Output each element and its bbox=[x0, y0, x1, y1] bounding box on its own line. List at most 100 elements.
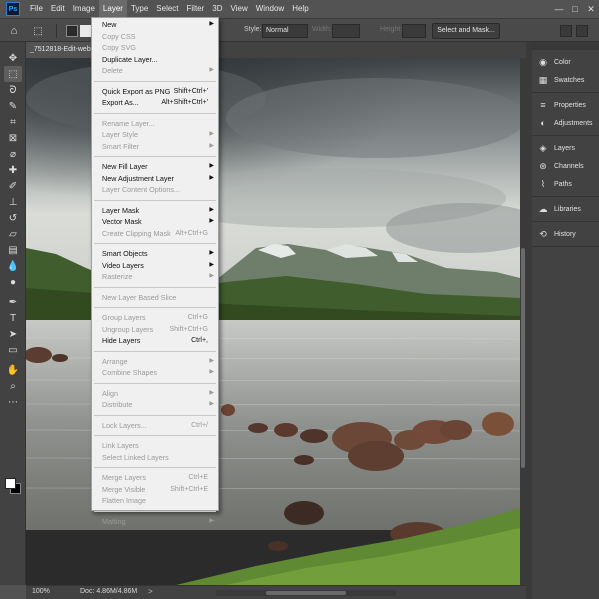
menu-item-label: Layer Content Options... bbox=[102, 185, 180, 194]
menu-item-duplicate-layer[interactable]: Duplicate Layer... bbox=[92, 54, 218, 66]
menu-item-label: Video Layers bbox=[102, 260, 144, 270]
eyedropper-icon[interactable]: ⌀ bbox=[4, 146, 22, 162]
menu-item-delete: Delete ▶ bbox=[92, 65, 218, 77]
menu-item-shortcut: Shift+Ctrl+G bbox=[169, 325, 208, 333]
zoom-icon[interactable]: ⌕ bbox=[4, 378, 22, 394]
panel-tab-paths[interactable]: ⌇ Paths bbox=[532, 175, 599, 193]
menu-item-new-adjustment-layer[interactable]: New Adjustment Layer ▶ bbox=[92, 173, 218, 185]
menu-item-vector-mask[interactable]: Vector Mask ▶ bbox=[92, 216, 218, 228]
menu-file[interactable]: File bbox=[26, 0, 47, 18]
color-wheel-icon: ◉ bbox=[539, 56, 547, 67]
maximize-icon[interactable]: □ bbox=[567, 0, 583, 18]
new-selection-mode-icon[interactable] bbox=[66, 25, 78, 37]
status-menu-arrow[interactable]: > bbox=[148, 587, 153, 596]
home-icon[interactable]: ⌂ bbox=[6, 23, 22, 39]
panel-tab-layers[interactable]: ◈ Layers bbox=[532, 139, 599, 157]
document-tab[interactable]: _7512818-Edit-web.jpg bbox=[26, 42, 92, 58]
libraries-icon: ☁ bbox=[538, 203, 548, 214]
panel-tab-history[interactable]: ⟲ History bbox=[532, 225, 599, 243]
menu-item-quick-export-as-png[interactable]: Quick Export as PNG Shift+Ctrl+' bbox=[92, 86, 218, 98]
pen-icon[interactable]: ✒ bbox=[4, 294, 22, 310]
properties-icon: ≡ bbox=[540, 100, 546, 110]
workspace-icon[interactable] bbox=[576, 25, 588, 37]
menu-item-new[interactable]: New ▶ bbox=[92, 19, 218, 31]
panel-tab-adjustments[interactable]: ◐ Adjustments bbox=[532, 114, 599, 132]
quick-select-icon[interactable]: ✎ bbox=[4, 98, 22, 114]
search-icon[interactable] bbox=[560, 25, 572, 37]
horizontal-scrollbar[interactable] bbox=[216, 590, 396, 596]
lasso-icon[interactable]: ᘐ bbox=[4, 82, 22, 98]
menu-item-smart-objects[interactable]: Smart Objects ▶ bbox=[92, 248, 218, 260]
menu-layer[interactable]: Layer bbox=[98, 0, 127, 18]
move-icon[interactable]: ✥ bbox=[4, 50, 22, 66]
vertical-scrollbar-thumb[interactable] bbox=[521, 248, 525, 468]
healing-brush-icon[interactable]: ✚ bbox=[4, 162, 22, 178]
menu-item-label: Merge Layers bbox=[102, 473, 146, 482]
menu-item-new-layer-based-slice: New Layer Based Slice bbox=[92, 292, 218, 304]
menu-item-label: Rasterize bbox=[102, 272, 133, 281]
panel-tab-properties[interactable]: ≡ Properties bbox=[532, 96, 599, 114]
menu-item-label: Vector Mask bbox=[102, 217, 142, 226]
submenu-arrow-icon: ▶ bbox=[209, 142, 214, 149]
tools-panel: ✥ ⬚ ᘐ ✎ ⌗ ⊠ ⌀ ✚ ✐ ⊥ ↺ ▱ ▤ 💧 ● ✒ T ➤ ▭ ✋ ⌕ ⋯ bbox=[0, 42, 26, 585]
width-field[interactable] bbox=[332, 24, 360, 38]
menu-window[interactable]: Window bbox=[252, 0, 288, 18]
close-icon[interactable]: ✕ bbox=[583, 0, 599, 18]
more-tools-icon[interactable]: ⋯ bbox=[4, 394, 22, 410]
rectangle-shape-icon[interactable]: ▭ bbox=[4, 342, 22, 358]
select-and-mask-button[interactable]: Select and Mask... bbox=[432, 23, 500, 39]
crop-icon[interactable]: ⌗ bbox=[4, 114, 22, 130]
menu-item-label: Select Linked Layers bbox=[102, 452, 169, 462]
path-select-icon[interactable]: ➤ bbox=[4, 326, 22, 342]
zoom-level[interactable]: 100% bbox=[32, 588, 50, 595]
menu-item-video-layers[interactable]: Video Layers ▶ bbox=[92, 260, 218, 272]
panel-group: ⟲ History bbox=[532, 222, 599, 247]
clone-stamp-icon[interactable]: ⊥ bbox=[4, 194, 22, 210]
gradient-icon[interactable]: ▤ bbox=[4, 242, 22, 258]
horizontal-scrollbar-thumb[interactable] bbox=[266, 591, 346, 595]
swatches-icon: ▦ bbox=[538, 74, 548, 85]
hand-icon[interactable]: ✋ bbox=[4, 362, 22, 378]
panel-dock-header[interactable] bbox=[532, 42, 599, 50]
submenu-arrow-icon: ▶ bbox=[209, 369, 214, 375]
panel-tab-swatches[interactable]: ▦ Swatches bbox=[532, 71, 599, 89]
brush-icon[interactable]: ✐ bbox=[4, 178, 22, 194]
panel-tab-channels[interactable]: ⊛ Channels bbox=[532, 157, 599, 175]
menu-item-select-linked-layers: Select Linked Layers bbox=[92, 452, 218, 464]
panel-tab-libraries[interactable]: ☁ Libraries bbox=[532, 200, 599, 218]
height-field[interactable] bbox=[402, 24, 426, 38]
menu-item-label: Arrange bbox=[102, 356, 128, 366]
eraser-icon[interactable]: ▱ bbox=[4, 226, 22, 242]
color-swatches[interactable] bbox=[5, 478, 21, 494]
menu-help[interactable]: Help bbox=[288, 0, 312, 18]
foreground-color-swatch[interactable] bbox=[5, 478, 16, 489]
menu-item-label: New Fill Layer bbox=[102, 162, 148, 171]
menu-image[interactable]: Image bbox=[69, 0, 99, 18]
menu-select[interactable]: Select bbox=[152, 0, 182, 18]
menu-type[interactable]: Type bbox=[127, 0, 152, 18]
menu-view[interactable]: View bbox=[227, 0, 252, 18]
menu-item-layer-mask[interactable]: Layer Mask ▶ bbox=[92, 205, 218, 217]
menu-filter[interactable]: Filter bbox=[183, 0, 209, 18]
style-select[interactable]: Normal bbox=[262, 24, 308, 38]
type-icon[interactable]: T bbox=[4, 310, 22, 326]
menu-item-rename-layer: Rename Layer... bbox=[92, 118, 218, 130]
menu-item-export-as[interactable]: Export As... Alt+Shift+Ctrl+' bbox=[92, 97, 218, 109]
panel-tab-label: Paths bbox=[554, 180, 572, 188]
blur-icon[interactable]: 💧 bbox=[4, 258, 22, 274]
panel-tab-color[interactable]: ◉ Color bbox=[532, 53, 599, 71]
history-brush-icon[interactable]: ↺ bbox=[4, 210, 22, 226]
minimize-icon[interactable]: — bbox=[551, 0, 567, 18]
menu-item-lock-layers: Lock Layers... Ctrl+/ bbox=[92, 420, 218, 432]
marquee-icon[interactable]: ⬚ bbox=[4, 66, 22, 82]
menu-edit[interactable]: Edit bbox=[47, 0, 69, 18]
menu-item-new-fill-layer[interactable]: New Fill Layer ▶ bbox=[92, 161, 218, 173]
dodge-icon[interactable]: ● bbox=[4, 274, 22, 290]
menu-item-link-layers: Link Layers bbox=[92, 440, 218, 452]
menu-3d[interactable]: 3D bbox=[208, 0, 226, 18]
paths-icon: ⌇ bbox=[540, 178, 546, 189]
menu-item-hide-layers[interactable]: Hide Layers Ctrl+, bbox=[92, 335, 218, 347]
marquee-tool-preset-icon[interactable]: ⬚ bbox=[30, 23, 46, 39]
layer-menu-dropdown: New ▶ Copy CSS Copy SVG Duplicate Layer... De… bbox=[91, 17, 219, 526]
frame-icon[interactable]: ⊠ bbox=[4, 130, 22, 146]
